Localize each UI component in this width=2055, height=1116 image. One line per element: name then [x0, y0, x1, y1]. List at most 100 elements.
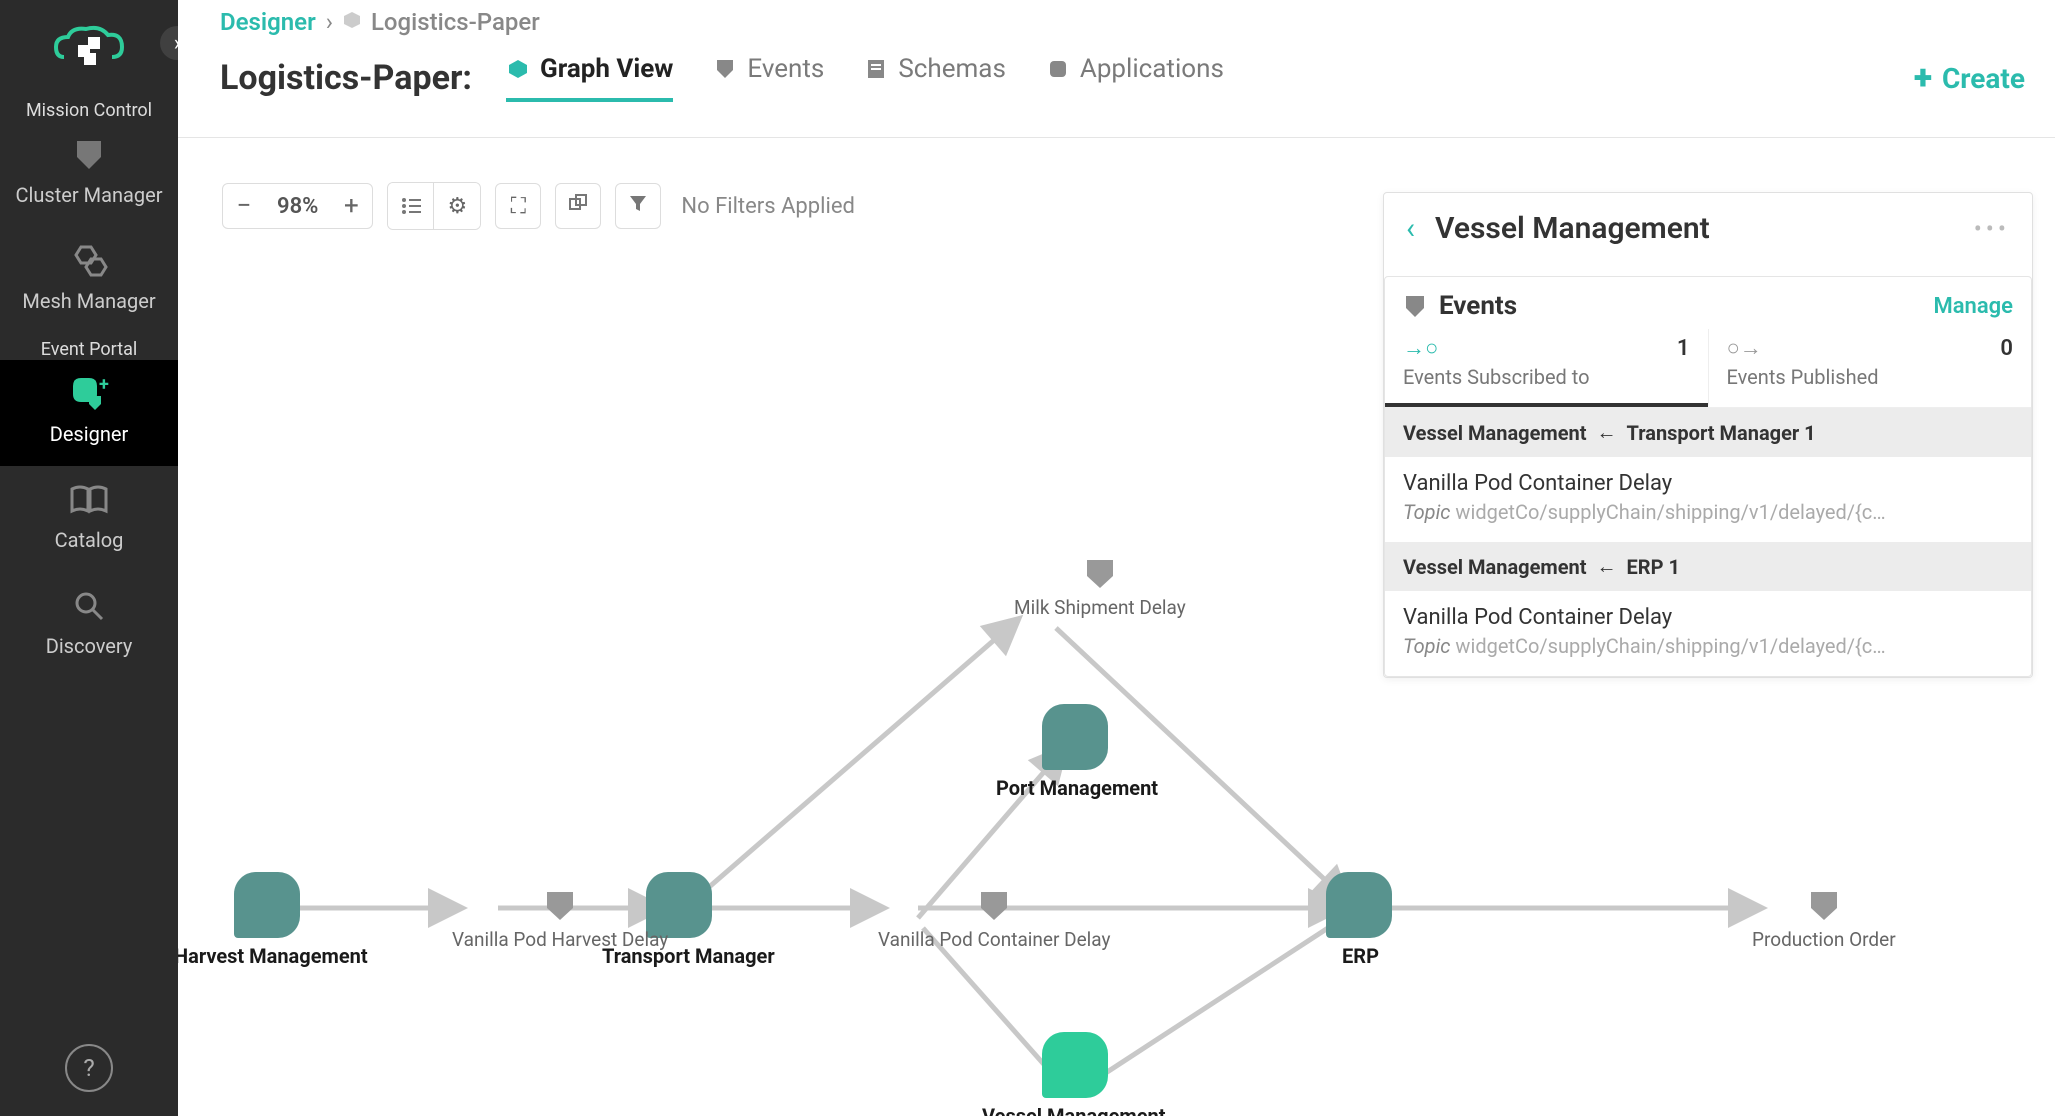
question-icon: ? — [83, 1054, 94, 1082]
nav-item-mesh-manager[interactable]: Mesh Manager — [0, 227, 178, 333]
app-node-icon — [1042, 704, 1108, 770]
nav-item-cluster-manager[interactable]: Cluster Manager — [0, 121, 178, 227]
shield-icon — [1807, 888, 1841, 922]
tab-label: Schemas — [898, 54, 1006, 84]
event-node-vanilla-harvest-delay[interactable]: Vanilla Pod Harvest Delay — [452, 888, 668, 951]
node-label: Harvest Management — [178, 944, 368, 968]
nav-label: Designer — [50, 422, 129, 446]
hexagon-icon — [343, 11, 361, 34]
node-port-management[interactable]: Port Management — [1042, 704, 1108, 770]
group-source: Transport Manager 1 — [1627, 421, 1816, 445]
arrow-out-icon: ○→ — [1727, 335, 1762, 361]
topic-label: Topic — [1403, 634, 1450, 658]
create-label: Create — [1942, 62, 2025, 95]
panel-tabs: →○ 1 Events Subscribed to ○→ 0 Events Pu… — [1385, 329, 2031, 408]
nav-section-mission-control: Mission Control — [26, 100, 152, 121]
group-target: Vessel Management — [1403, 421, 1587, 445]
event-node-production-order[interactable]: Production Order — [1752, 888, 1896, 951]
events-heading: Events — [1439, 291, 1921, 321]
tab-label: Graph View — [540, 54, 673, 84]
event-label: Production Order — [1752, 928, 1896, 951]
help-button[interactable]: ? — [65, 1044, 113, 1092]
title-row: Logistics-Paper: Graph View Events Schem… — [220, 54, 2025, 102]
arrow-in-icon: →○ — [1403, 335, 1438, 361]
panel-events-card: Events Manage →○ 1 Events Subscribed to … — [1384, 276, 2032, 677]
event-label: Vanilla Pod Container Delay — [878, 928, 1110, 951]
graph-canvas[interactable]: − 98% + ⚙ ⛶ No Filters Applied Harvest M… — [178, 138, 2055, 1116]
event-entry-2[interactable]: Vanilla Pod Container Delay Topic widget… — [1385, 591, 2031, 676]
event-label: Milk Shipment Delay — [1014, 596, 1186, 619]
tabs: Graph View Events Schemas Applications — [506, 54, 1224, 102]
tab-label: Applications — [1080, 54, 1224, 84]
logo-wrap: › — [0, 18, 178, 78]
nav-item-catalog[interactable]: Catalog — [0, 466, 178, 572]
entry-topic: Topic widgetCo/supplyChain/shipping/v1/d… — [1403, 634, 2013, 658]
document-icon — [864, 57, 888, 81]
topic-label: Topic — [1403, 500, 1450, 524]
shield-icon — [977, 888, 1011, 922]
details-panel: ‹ Vessel Management ••• Events Manage →○… — [1383, 192, 2033, 678]
topic-value: widgetCo/supplyChain/shipping/v1/delayed… — [1455, 634, 1885, 658]
app-node-icon — [1042, 1032, 1108, 1098]
node-label: Port Management — [996, 776, 1158, 800]
arrow-left-icon: ← — [1597, 554, 1617, 579]
event-group-header-2: Vessel Management ← ERP 1 — [1385, 542, 2031, 591]
search-icon — [67, 586, 111, 626]
nav-label: Cluster Manager — [16, 183, 163, 207]
nav-item-designer[interactable]: + Designer — [0, 360, 178, 466]
shield-icon — [543, 888, 577, 922]
node-erp[interactable]: ERP — [1326, 872, 1392, 938]
app-node-icon — [234, 872, 300, 938]
event-group-header-1: Vessel Management ← Transport Manager 1 — [1385, 408, 2031, 457]
tab-graph-view[interactable]: Graph View — [506, 54, 673, 102]
nav-section-event-portal: Event Portal — [41, 339, 138, 360]
manage-link[interactable]: Manage — [1933, 294, 2013, 319]
nav-label: Discovery — [46, 634, 133, 658]
hexagon-icon — [506, 57, 530, 81]
tab-applications[interactable]: Applications — [1046, 54, 1224, 102]
tab-events[interactable]: Events — [713, 54, 824, 102]
published-label: Events Published — [1727, 365, 2014, 389]
panel-title: Vessel Management — [1435, 211, 1954, 246]
designer-icon: + — [67, 374, 111, 414]
more-options-button[interactable]: ••• — [1974, 215, 2010, 243]
node-harvest-management[interactable]: Harvest Management — [234, 872, 300, 938]
breadcrumb-sep: › — [326, 8, 333, 36]
event-label: Vanilla Pod Harvest Delay — [452, 928, 668, 951]
square-icon — [1046, 57, 1070, 81]
event-node-vanilla-container-delay[interactable]: Vanilla Pod Container Delay — [878, 888, 1110, 951]
page-title: Logistics-Paper: — [220, 58, 472, 98]
tab-events-published[interactable]: ○→ 0 Events Published — [1708, 329, 2032, 407]
node-label: Vessel Management — [982, 1104, 1166, 1116]
group-source: ERP 1 — [1627, 555, 1680, 579]
shield-icon — [67, 135, 111, 175]
topic-value: widgetCo/supplyChain/shipping/v1/delayed… — [1455, 500, 1885, 524]
header: Designer › Logistics-Paper Logistics-Pap… — [178, 0, 2055, 138]
sidebar: › Mission Control Cluster Manager Mesh M… — [0, 0, 178, 1116]
arrow-left-icon: ← — [1597, 420, 1617, 445]
node-vessel-management[interactable]: Vessel Management — [1042, 1032, 1108, 1098]
app-node-icon — [1326, 872, 1392, 938]
subscribed-count: 1 — [1677, 336, 1690, 361]
back-button[interactable]: ‹ — [1406, 211, 1415, 246]
published-count: 0 — [2000, 336, 2013, 361]
book-icon — [67, 480, 111, 520]
hex-cluster-icon — [67, 241, 111, 281]
tab-schemas[interactable]: Schemas — [864, 54, 1006, 102]
entry-title: Vanilla Pod Container Delay — [1403, 471, 2013, 496]
nav-item-discovery[interactable]: Discovery — [0, 572, 178, 678]
svg-text:+: + — [99, 376, 109, 395]
breadcrumb-current: Logistics-Paper — [371, 8, 540, 36]
nav-label: Mesh Manager — [22, 289, 155, 313]
create-button[interactable]: + Create — [1914, 58, 2025, 98]
plus-icon: + — [1914, 58, 1932, 98]
panel-header: ‹ Vessel Management ••• — [1384, 193, 2032, 264]
event-node-milk-shipment-delay[interactable]: Milk Shipment Delay — [1014, 556, 1186, 619]
event-entry-1[interactable]: Vanilla Pod Container Delay Topic widget… — [1385, 457, 2031, 542]
breadcrumb-root[interactable]: Designer — [220, 8, 316, 36]
app-logo — [44, 18, 134, 78]
node-label: ERP — [1342, 944, 1379, 968]
entry-topic: Topic widgetCo/supplyChain/shipping/v1/d… — [1403, 500, 2013, 524]
tab-events-subscribed[interactable]: →○ 1 Events Subscribed to — [1385, 329, 1708, 407]
breadcrumb: Designer › Logistics-Paper — [220, 8, 2025, 36]
